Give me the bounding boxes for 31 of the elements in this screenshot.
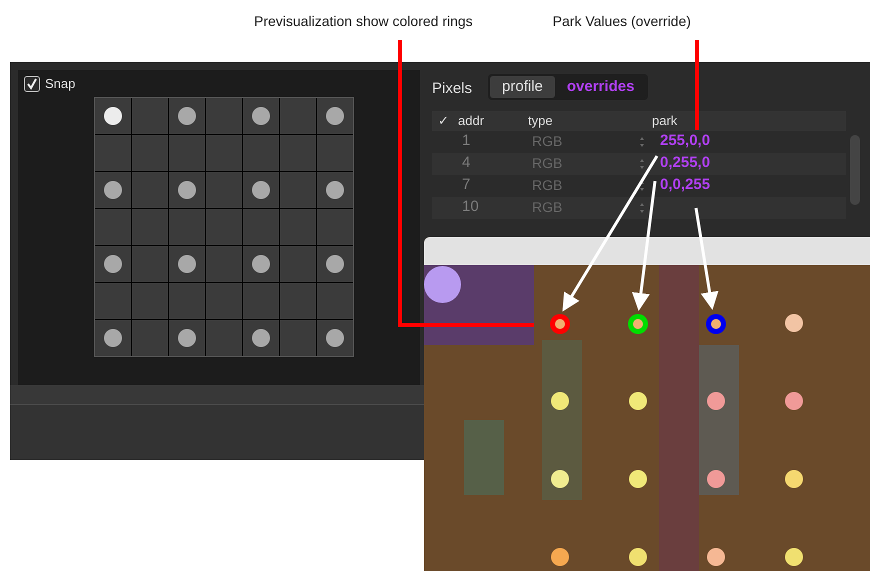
checkmark-icon — [26, 78, 38, 90]
grid-cell — [132, 282, 168, 318]
snap-label: Snap — [45, 75, 76, 93]
grid-cell — [206, 282, 242, 318]
grid-cell — [132, 134, 168, 170]
table-cell-text: 255,0,0 — [659, 131, 710, 152]
column-header[interactable]: ✓ — [432, 110, 454, 130]
tab[interactable]: profile — [490, 76, 555, 98]
table-cell-text: 1 — [461, 131, 472, 152]
grid-cell — [206, 208, 242, 244]
panel-title: Pixels — [432, 79, 472, 99]
grid-cell — [132, 208, 168, 244]
column-header[interactable]: type — [526, 110, 648, 130]
table-cell-text: 0,255,0 — [659, 153, 710, 174]
column-header[interactable]: park — [648, 110, 678, 130]
grid-cell — [280, 134, 316, 170]
annotation-label: Previsualization show colored rings — [254, 12, 473, 31]
scrollbar[interactable] — [850, 134, 860, 204]
table-cell-text: RGB — [531, 132, 564, 151]
table-cell-text: RGB — [531, 176, 564, 195]
annotation-label: Park Values (override) — [552, 12, 691, 31]
stepper-icon[interactable] — [639, 180, 645, 192]
column-header[interactable]: addr — [454, 110, 526, 130]
grid-cell — [206, 134, 242, 170]
table-cell-text: 0,0,255 — [659, 175, 710, 196]
grid-cell — [280, 208, 316, 244]
table-cell-text: 4 — [461, 153, 472, 174]
table-cell-text: 10 — [461, 197, 480, 218]
grid-cell — [280, 282, 316, 318]
table-cell-text: 7 — [461, 175, 472, 196]
snap-checkbox[interactable] — [24, 76, 40, 92]
